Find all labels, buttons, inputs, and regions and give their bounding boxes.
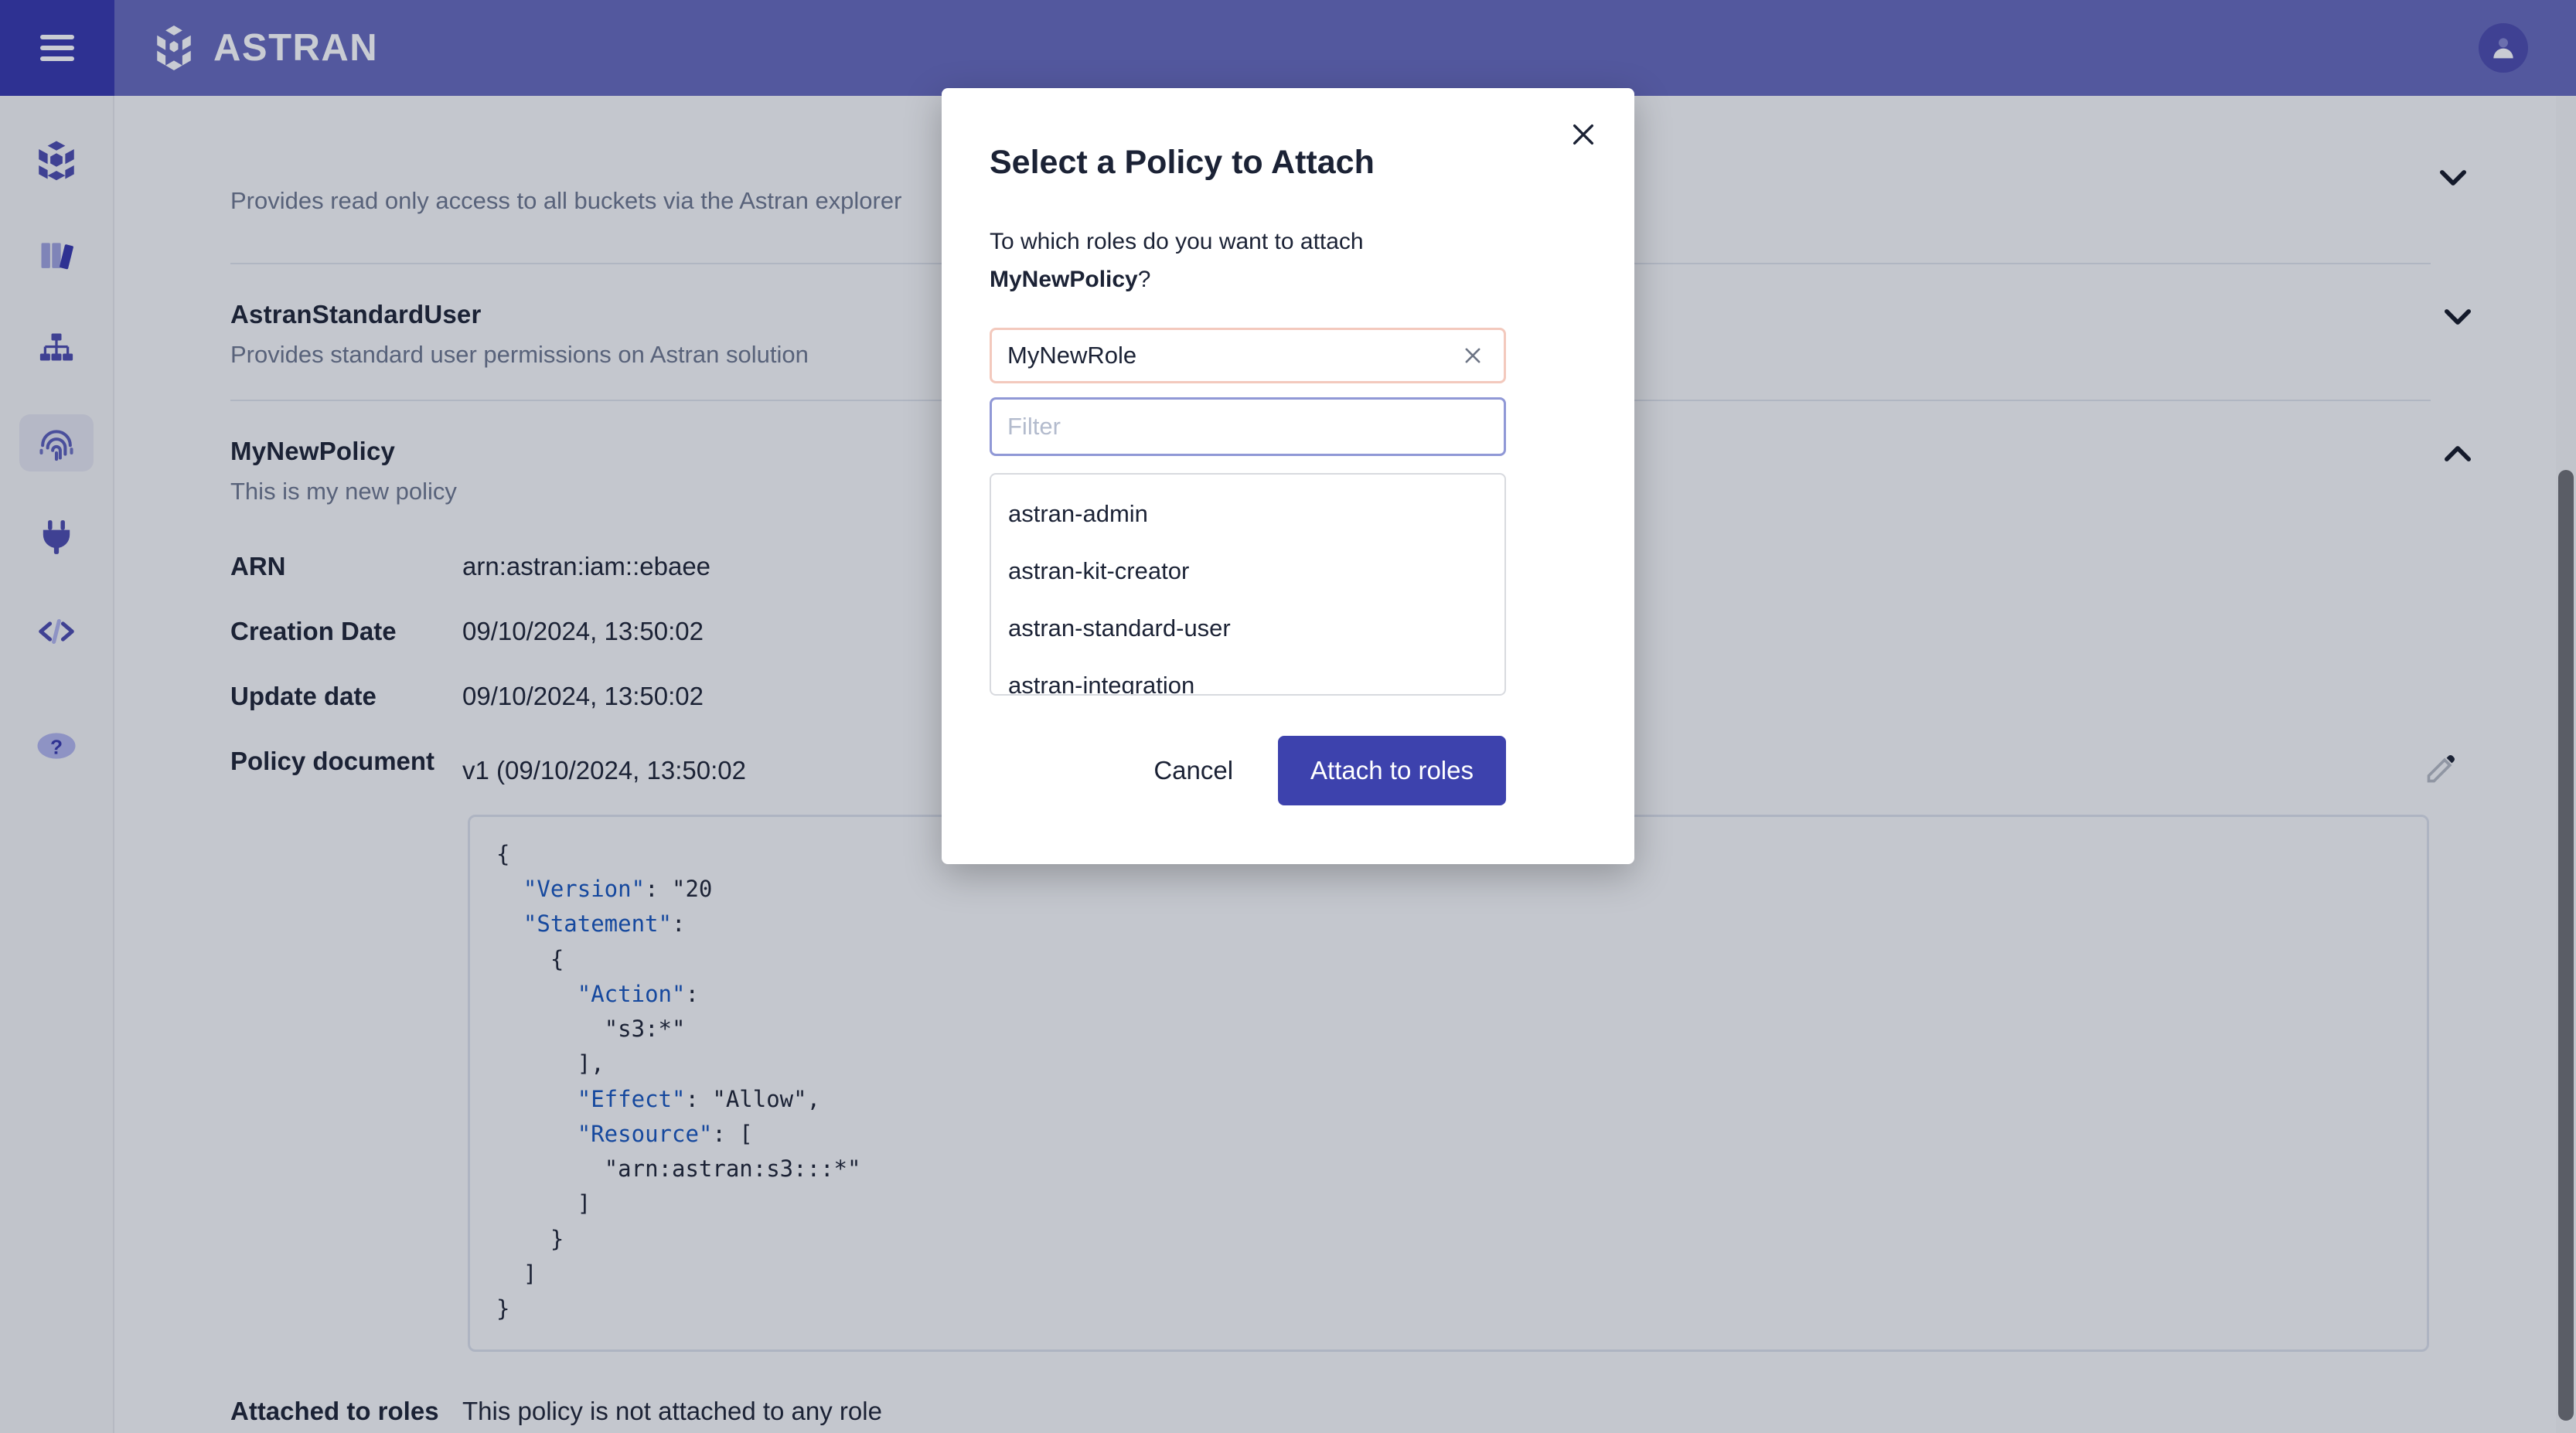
top-bar: ASTRAN [0, 0, 2576, 96]
books-library-icon [41, 243, 73, 270]
code-token: ] [496, 1260, 537, 1287]
close-button[interactable] [1563, 114, 1603, 155]
arn-label: ARN [230, 552, 286, 580]
code-token: "Resource" [577, 1120, 713, 1147]
chevron-down-icon[interactable] [2440, 170, 2466, 186]
role-list-item[interactable]: astran-admin [991, 485, 1504, 543]
code-token: : [ [712, 1120, 753, 1147]
sidebar-item-integrations[interactable] [19, 509, 94, 566]
modal-question-policy: MyNewPolicy [990, 266, 1138, 292]
modal-question: To which roles do you want to attach MyN… [990, 223, 1586, 298]
sidebar-item-iam[interactable] [19, 414, 94, 471]
chevron-up-icon[interactable] [2445, 446, 2471, 461]
attached-roles-label: Attached to roles [230, 1397, 439, 1426]
chevron-down-icon[interactable] [2445, 309, 2471, 325]
vertical-scrollbar[interactable] [2556, 96, 2576, 1433]
code-token: } [496, 1225, 564, 1252]
creation-date-value: 09/10/2024, 13:50:02 [462, 617, 704, 645]
update-date-label: Update date [230, 682, 377, 710]
modal-question-prefix: To which roles do you want to attach [990, 229, 1364, 254]
role-list-item[interactable]: astran-integration [991, 657, 1504, 694]
role-input[interactable]: MyNewRole [990, 328, 1506, 384]
sidebar-item-help[interactable]: ? [19, 717, 94, 774]
detail-row-attached-roles: Attached to roles This policy is not att… [116, 1397, 2544, 1433]
code-token: "arn:astran:s3:::*" [604, 1156, 861, 1183]
brand-name: ASTRAN [213, 27, 379, 69]
svg-text:?: ? [50, 736, 63, 759]
pencil-edit-icon[interactable] [2424, 751, 2458, 785]
astran-hexagon-logo [157, 26, 191, 70]
sidebar-item-buckets[interactable] [19, 226, 94, 283]
code-token: } [496, 1295, 510, 1322]
attached-roles-empty: This policy is not attached to any role [462, 1397, 882, 1426]
sidebar-rail: ? [0, 96, 114, 1433]
policy-document-label: Policy document [230, 747, 435, 775]
arn-value: arn:astran:iam::ebaee [462, 552, 711, 580]
attach-to-roles-button[interactable]: Attach to roles [1278, 736, 1506, 806]
code-token: : [685, 980, 699, 1007]
sidebar-item-organization[interactable] [19, 320, 94, 377]
code-token: "Effect" [577, 1085, 686, 1112]
close-x-icon [1573, 124, 1594, 145]
code-token: "s3:*" [604, 1016, 686, 1043]
sidebar-item-dashboard[interactable] [19, 131, 94, 189]
user-avatar-icon[interactable] [2479, 23, 2528, 73]
modal-actions: Cancel Attach to roles [990, 736, 1506, 806]
plug-icon [43, 520, 70, 554]
scrollbar-thumb[interactable] [2558, 470, 2574, 1421]
code-token: "Statement" [523, 911, 672, 938]
filter-placeholder: Filter [1007, 413, 1061, 441]
code-token: { [496, 841, 510, 867]
role-list-item[interactable]: astran-kit-creator [991, 543, 1504, 600]
code-token: : [671, 911, 686, 938]
code-token: : [645, 876, 672, 903]
code-token: { [496, 945, 564, 972]
hamburger-menu-icon [40, 35, 74, 61]
org-chart-icon [39, 333, 73, 361]
code-token: "Allow", [712, 1085, 821, 1112]
role-input-value: MyNewRole [1007, 342, 1137, 369]
update-date-value: 09/10/2024, 13:50:02 [462, 682, 704, 710]
cancel-button[interactable]: Cancel [1126, 739, 1261, 802]
role-list-item[interactable]: astran-standard-user [991, 600, 1504, 657]
menu-button[interactable] [0, 0, 114, 96]
brand[interactable]: ASTRAN [152, 24, 378, 72]
modal-question-suffix: ? [1137, 266, 1151, 292]
code-brackets-icon [39, 618, 74, 645]
creation-date-label: Creation Date [230, 617, 397, 645]
attach-policy-modal: Select a Policy to Attach To which roles… [942, 88, 1634, 864]
code-token: "20 [671, 876, 713, 903]
code-token: ], [496, 1050, 605, 1077]
code-token: "Action" [577, 980, 686, 1007]
cube-hexagon-icon [39, 141, 74, 181]
code-token: "Version" [523, 876, 646, 903]
question-mark-icon: ? [37, 733, 76, 759]
filter-input[interactable]: Filter [990, 397, 1506, 457]
roles-list[interactable]: astran-admin astran-kit-creator astran-sta… [990, 473, 1506, 696]
modal-title: Select a Policy to Attach [990, 144, 1375, 181]
code-token: : [685, 1085, 713, 1112]
fingerprint-icon [39, 430, 73, 461]
policy-document-code: { "Version": "20 "Statement": { "Action"… [468, 815, 2429, 1353]
sidebar-item-api[interactable] [19, 603, 94, 660]
code-token: ] [496, 1190, 591, 1217]
clear-role-button[interactable] [1457, 345, 1488, 366]
policy-document-version: v1 (09/10/2024, 13:50:02 [462, 756, 746, 785]
clear-x-icon [1465, 348, 1481, 363]
